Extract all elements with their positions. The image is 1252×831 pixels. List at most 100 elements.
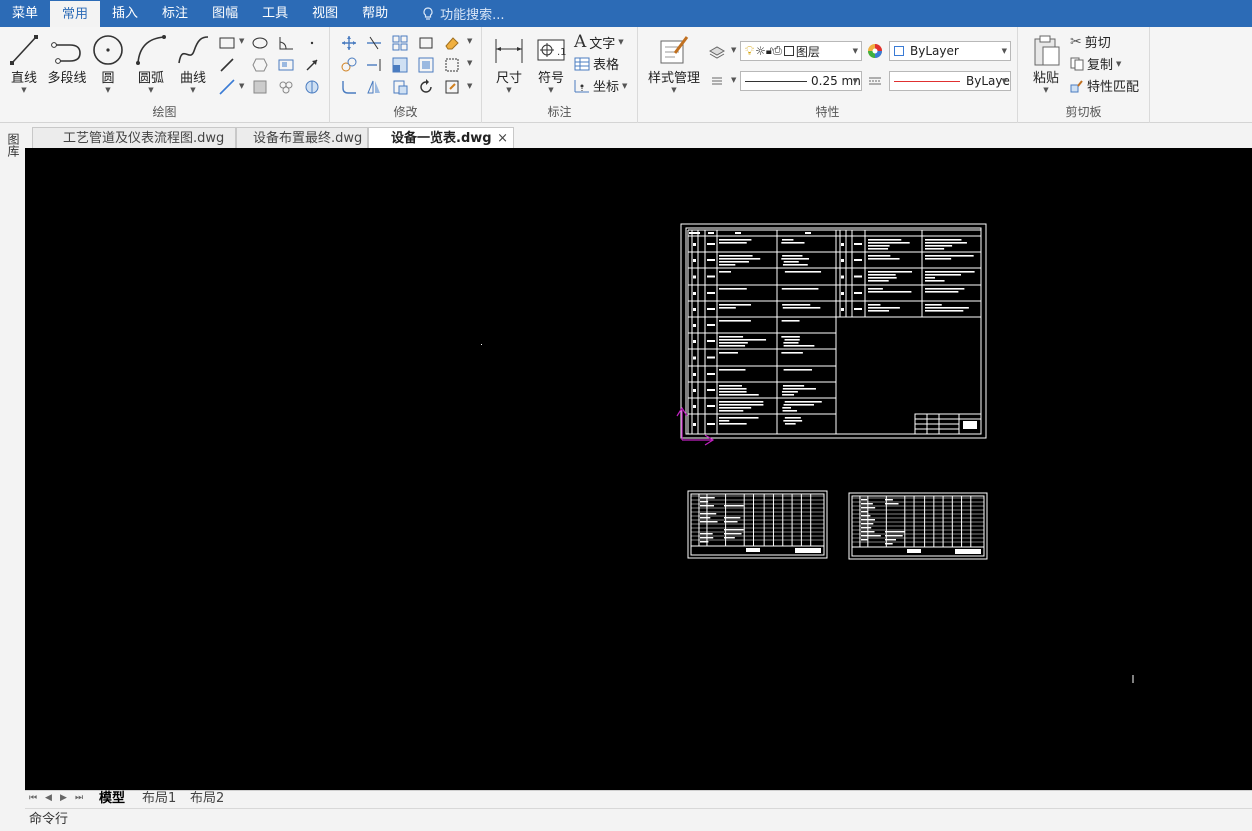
explode-dropdown-icon[interactable]: ▼ [467, 59, 472, 67]
dimension-dropdown-icon[interactable]: ▼ [490, 86, 528, 94]
trim-icon[interactable] [365, 34, 383, 52]
layer-tool-dropdown-icon[interactable]: ▼ [731, 46, 736, 54]
extend-icon[interactable] [365, 56, 383, 74]
first-layout-icon[interactable]: ⏮ [29, 793, 37, 803]
move-icon[interactable] [340, 34, 358, 52]
copy-button[interactable]: 复制 ▼ [1070, 54, 1121, 73]
layout-tab-layout2[interactable]: 布局2 [190, 791, 224, 808]
style-manager-dropdown-icon[interactable]: ▼ [642, 86, 706, 94]
circle-dropdown-icon[interactable]: ▼ [90, 86, 126, 94]
symbol-button[interactable]: .1 符号 ▼ [532, 33, 570, 94]
drawing-canvas[interactable] [25, 148, 1252, 790]
line-button[interactable]: 直线 ▼ [4, 33, 44, 94]
layer-tool-icon[interactable] [708, 42, 726, 60]
copy-object-icon[interactable] [340, 56, 358, 74]
paste-button[interactable]: 粘贴 ▼ [1026, 33, 1066, 94]
close-icon[interactable]: × [497, 128, 508, 149]
fillet-icon[interactable] [340, 78, 358, 96]
block-icon[interactable] [391, 78, 409, 96]
list-icon[interactable] [708, 72, 726, 90]
paste-dropdown-icon[interactable]: ▼ [1026, 86, 1066, 94]
color-wheel-icon[interactable] [866, 42, 884, 60]
arrow-icon[interactable] [303, 56, 321, 74]
ellipse-icon[interactable] [251, 34, 269, 52]
circle-button[interactable]: 圆 ▼ [90, 33, 126, 94]
angle-icon[interactable] [277, 34, 295, 52]
point-icon[interactable] [303, 34, 321, 52]
rectangle-dropdown-icon[interactable]: ▼ [239, 37, 244, 45]
mirror-icon[interactable] [365, 78, 383, 96]
curve-button[interactable]: 曲线 ▼ [172, 33, 214, 94]
doc-tab-equipment-layout[interactable]: 设备布置最终.dwg [236, 127, 368, 148]
lineweight-dropdown-icon[interactable]: ▼ [853, 77, 858, 85]
offset-icon[interactable] [417, 56, 435, 74]
table-button[interactable]: 表格 [574, 54, 619, 73]
sphere-icon[interactable] [303, 78, 321, 96]
region-icon[interactable] [277, 56, 295, 74]
last-layout-icon[interactable]: ⏭ [75, 793, 83, 803]
cut-button[interactable]: ✂ 剪切 [1070, 32, 1111, 52]
layer-combo[interactable]: 💡︎ ☼ 🔓︎ ⎙ 图层 ▼ [740, 41, 862, 61]
hatch-line-icon[interactable] [218, 56, 236, 74]
coordinate-label: 坐标 [593, 80, 620, 95]
stretch-icon[interactable] [417, 34, 435, 52]
polygon-icon[interactable] [251, 56, 269, 74]
linetype-icon[interactable] [866, 72, 884, 90]
coordinate-dropdown-icon[interactable]: ▼ [622, 82, 627, 90]
eraser-icon[interactable] [443, 34, 461, 52]
arc-dropdown-icon[interactable]: ▼ [130, 86, 172, 94]
doc-tab-process-flow[interactable]: 工艺管道及仪表流程图.dwg [32, 127, 236, 148]
arc-button[interactable]: 圆弧 ▼ [130, 33, 172, 94]
layer-dropdown-icon[interactable]: ▼ [853, 47, 858, 55]
cell-text-mark [885, 531, 905, 533]
menu-tab-annotate[interactable]: 标注 [150, 0, 200, 27]
doc-tab-equipment-list[interactable]: 设备一览表.dwg × [368, 127, 514, 148]
list-dropdown-icon[interactable]: ▼ [731, 76, 736, 84]
rectangle-icon[interactable] [218, 34, 236, 52]
coordinate-button[interactable]: 坐标 ▼ [574, 76, 627, 95]
polyline-button[interactable]: 多段线 [44, 33, 90, 86]
menu-tab-frame[interactable]: 图幅 [200, 0, 250, 27]
text-button[interactable]: A 文字 ▼ [574, 32, 624, 52]
dimension-button[interactable]: 尺寸 ▼ [490, 33, 528, 94]
eraser-dropdown-icon[interactable]: ▼ [467, 37, 472, 45]
revision-cloud-icon[interactable] [277, 78, 295, 96]
linetype-combo[interactable]: ByLaye ▼ [889, 71, 1011, 91]
match-properties-button[interactable]: 特性匹配 [1070, 76, 1139, 95]
array-icon[interactable] [391, 34, 409, 52]
lineweight-combo[interactable]: 0.25 mn ▼ [740, 71, 862, 91]
menu-tab-insert[interactable]: 插入 [100, 0, 150, 27]
cell-text-mark [719, 304, 752, 306]
line-dropdown-icon[interactable]: ▼ [4, 86, 44, 94]
curve-dropdown-icon[interactable]: ▼ [172, 86, 214, 94]
ray-dropdown-icon[interactable]: ▼ [239, 82, 244, 90]
copy-dropdown-icon[interactable]: ▼ [1116, 60, 1121, 68]
prev-layout-icon[interactable]: ◀ [45, 793, 52, 803]
scale-icon[interactable] [391, 56, 409, 74]
next-layout-icon[interactable]: ▶ [60, 793, 67, 803]
layout-tab-model[interactable]: 模型 [99, 791, 125, 808]
feature-search[interactable]: 功能搜索... [422, 0, 505, 27]
ray-icon[interactable] [218, 78, 236, 96]
menu-tab-help[interactable]: 帮助 [350, 0, 400, 27]
library-panel-toggle[interactable]: 图库 [5, 133, 20, 157]
linetype-dropdown-icon[interactable]: ▼ [1002, 77, 1007, 85]
properties-edit-icon[interactable] [443, 78, 461, 96]
command-line[interactable]: 命令行 [25, 808, 1252, 830]
menu-tab-menu[interactable]: 菜单 [0, 0, 50, 27]
color-combo[interactable]: ByLayer ▼ [889, 41, 1011, 61]
layout-tab-layout1[interactable]: 布局1 [142, 791, 176, 808]
explode-icon[interactable] [443, 56, 461, 74]
style-manager-button[interactable]: 样式管理 ▼ [642, 33, 706, 94]
properties-edit-dropdown-icon[interactable]: ▼ [467, 82, 472, 90]
annotate-group: 尺寸 ▼ .1 符号 ▼ A 文字 ▼ 表格 坐标 ▼ 标注 [482, 27, 638, 123]
text-dropdown-icon[interactable]: ▼ [618, 38, 623, 46]
menu-tab-common[interactable]: 常用 [50, 1, 101, 27]
symbol-dropdown-icon[interactable]: ▼ [532, 86, 570, 94]
rotate-icon[interactable] [417, 78, 435, 96]
menu-tab-tools[interactable]: 工具 [250, 0, 300, 27]
menu-tab-view[interactable]: 视图 [300, 0, 350, 27]
cell-text-mark [925, 277, 936, 279]
hatch-icon[interactable] [251, 78, 269, 96]
color-dropdown-icon[interactable]: ▼ [1002, 47, 1007, 55]
